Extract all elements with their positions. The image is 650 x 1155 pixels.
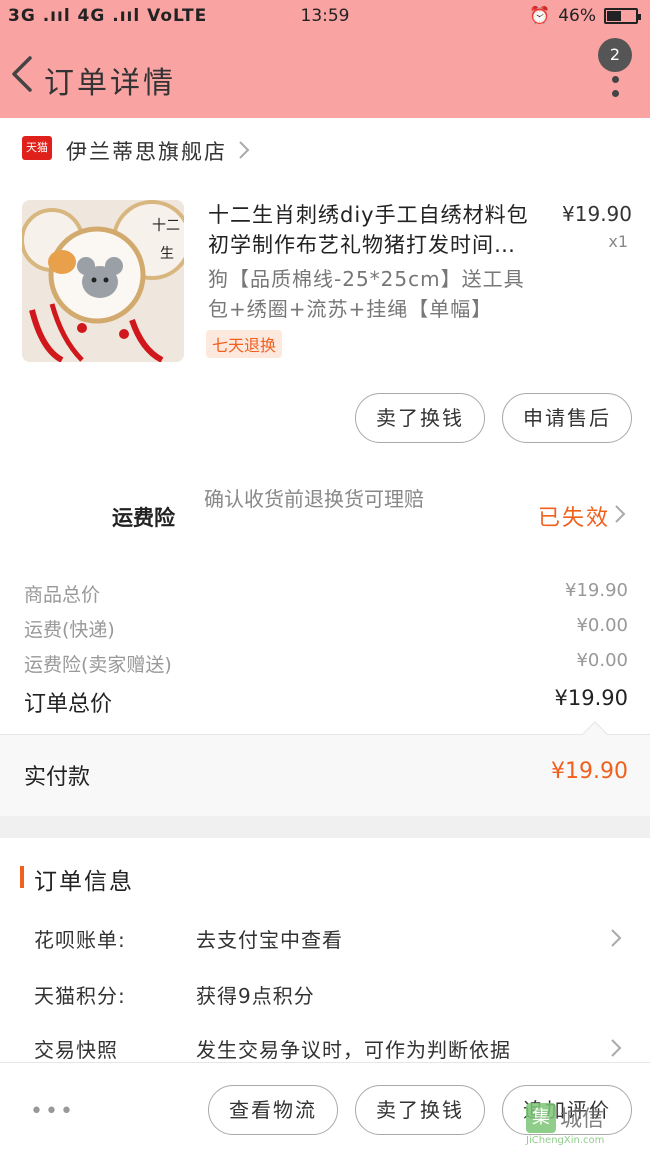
order-total-value: ¥19.90 bbox=[554, 686, 628, 710]
return-policy-tag: 七天退换 bbox=[206, 330, 283, 358]
battery-icon bbox=[604, 8, 641, 24]
paid-amount-row: 实付款 ¥19.90 bbox=[0, 721, 650, 816]
chevron-right-icon bbox=[611, 929, 622, 947]
pointer-notch bbox=[582, 721, 608, 747]
chevron-right-icon bbox=[611, 1039, 622, 1057]
info-label: 交易快照 bbox=[34, 1038, 118, 1062]
watermark-logo: 集 城信 JiChengXin.com bbox=[526, 1101, 646, 1151]
page-title: 订单详情 bbox=[44, 66, 176, 101]
more-actions-button[interactable]: ••• bbox=[30, 1099, 75, 1124]
svg-text:生: 生 bbox=[160, 246, 174, 262]
insurance-description: 确认收货前退换货可理赔 bbox=[204, 487, 424, 511]
battery-fill bbox=[607, 11, 621, 21]
insurance-fee-value: ¥0.00 bbox=[576, 650, 628, 671]
svg-text:十二: 十二 bbox=[152, 218, 180, 234]
insurance-label: 运费险 bbox=[112, 506, 175, 530]
notification-badge: 2 bbox=[598, 38, 632, 72]
product-price: ¥19.90 bbox=[562, 202, 632, 226]
order-info-title: 订单信息 bbox=[34, 869, 134, 895]
insurance-fee-label: 运费险(卖家赠送) bbox=[24, 654, 172, 676]
order-total-row: 订单总价 ¥19.90 bbox=[0, 684, 650, 718]
app-header: 3G .ııl 4G .ııl VoLTE 13:59 ⏰ 46% 订单详情 2 bbox=[0, 0, 650, 118]
goods-total-value: ¥19.90 bbox=[565, 580, 628, 601]
chevron-right-icon bbox=[615, 505, 626, 523]
info-value: 获得9点积分 bbox=[196, 984, 315, 1008]
status-right: ⏰ 46% bbox=[529, 6, 641, 26]
order-total-label: 订单总价 bbox=[24, 692, 113, 717]
more-dot-icon bbox=[612, 76, 619, 83]
paid-value: ¥19.90 bbox=[551, 759, 628, 784]
view-logistics-button[interactable]: 查看物流 bbox=[208, 1085, 338, 1135]
insurance-fee-row: 运费险(卖家赠送) ¥0.00 bbox=[0, 648, 650, 682]
watermark-text: 城信 bbox=[560, 1107, 605, 1132]
alarm-icon: ⏰ bbox=[529, 6, 551, 26]
more-menu-button[interactable]: 2 bbox=[596, 38, 636, 98]
product-item[interactable]: 十二 生 十二生肖刺绣diy手工自绣材料包初学制作布艺礼物猪打发时间… ¥19.… bbox=[0, 196, 650, 366]
huabei-bill-row[interactable]: 花呗账单: 去支付宝中查看 bbox=[0, 920, 650, 960]
tmall-logo: 天猫 bbox=[22, 136, 52, 160]
battery-percent: 46% bbox=[558, 6, 596, 26]
insurance-status: 已失效 bbox=[538, 506, 611, 531]
product-spec: 狗【品质棉线-25*25cm】送工具包+绣圈+流苏+挂绳【单幅】 bbox=[208, 267, 525, 321]
info-value: 去支付宝中查看 bbox=[196, 928, 343, 952]
section-accent-bar bbox=[20, 866, 24, 888]
sell-for-cash-button[interactable]: 卖了换钱 bbox=[355, 393, 485, 443]
product-title: 十二生肖刺绣diy手工自绣材料包初学制作布艺礼物猪打发时间… bbox=[208, 203, 529, 257]
sell-for-cash-button[interactable]: 卖了换钱 bbox=[355, 1085, 485, 1135]
shipping-row: 运费(快递) ¥0.00 bbox=[0, 613, 650, 647]
status-bar: 3G .ııl 4G .ııl VoLTE 13:59 ⏰ 46% bbox=[0, 0, 650, 34]
more-dot-icon bbox=[612, 90, 619, 97]
after-sale-button[interactable]: 申请售后 bbox=[502, 393, 632, 443]
product-quantity: x1 bbox=[608, 232, 628, 251]
goods-total-label: 商品总价 bbox=[24, 584, 101, 606]
shipping-insurance-row[interactable]: 运费险 确认收货前退换货可理赔 已失效 bbox=[0, 480, 650, 550]
goods-total-row: 商品总价 ¥19.90 bbox=[0, 578, 650, 612]
info-label: 花呗账单: bbox=[34, 928, 126, 952]
store-name: 伊兰蒂思旗舰店 bbox=[66, 140, 227, 164]
info-label: 天猫积分: bbox=[34, 984, 126, 1008]
nav-bar: 订单详情 2 bbox=[0, 38, 650, 114]
tmall-points-row: 天猫积分: 获得9点积分 bbox=[0, 976, 650, 1016]
paid-label: 实付款 bbox=[24, 765, 91, 790]
shipping-value: ¥0.00 bbox=[576, 615, 628, 636]
watermark-icon: 集 bbox=[526, 1103, 556, 1133]
watermark-url: JiChengXin.com bbox=[526, 1135, 605, 1146]
info-value: 发生交易争议时，可作为判断依据 bbox=[196, 1038, 511, 1062]
store-row[interactable]: 天猫 伊兰蒂思旗舰店 bbox=[0, 130, 650, 170]
embroidery-image: 十二 生 bbox=[22, 200, 184, 362]
order-info-header: 订单信息 bbox=[0, 858, 650, 898]
section-divider bbox=[0, 816, 650, 838]
back-arrow-icon[interactable] bbox=[8, 54, 38, 94]
chevron-right-icon bbox=[239, 141, 250, 159]
product-thumbnail: 十二 生 bbox=[22, 200, 184, 362]
shipping-label: 运费(快递) bbox=[24, 619, 115, 641]
